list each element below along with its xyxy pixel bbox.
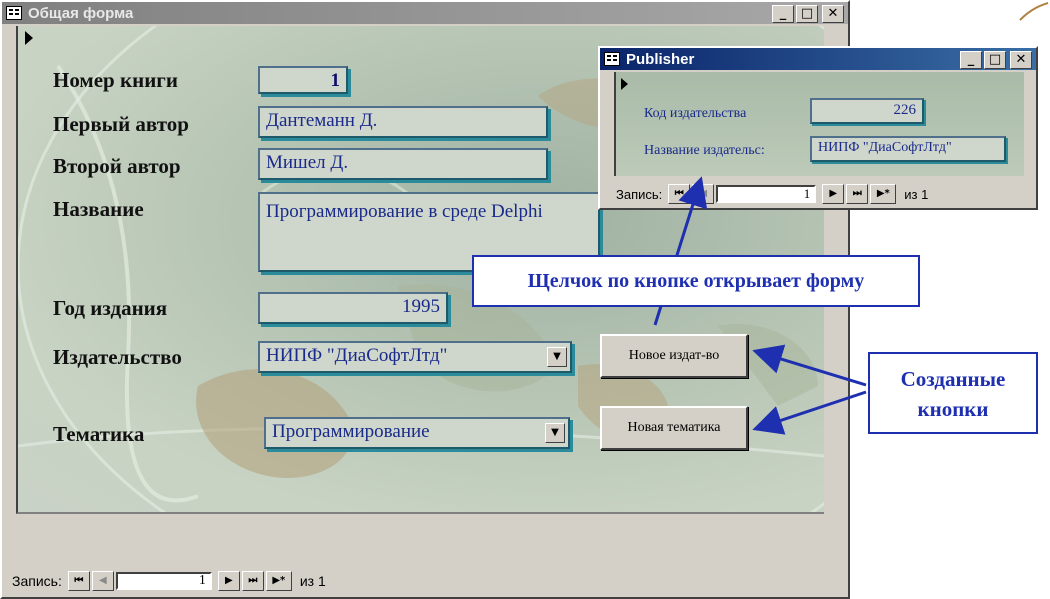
decorative-stroke [1019,2,1049,21]
dropdown-arrow-icon[interactable]: ▼ [547,347,567,367]
maximize-icon[interactable]: □ [984,51,1006,69]
topic-label: Тематика [53,422,145,446]
record-total: из 1 [904,186,929,202]
nav-first-icon[interactable]: ⏮ [668,184,691,204]
publisher-form-title: Publisher [626,50,695,68]
callout-opens-form: Щелчок по кнопке открывает форму [472,255,920,307]
publisher-combo-value: НИПФ "ДиаСофтЛтд" [266,345,448,366]
main-record-navigation: Запись: ⏮ ◀ 1 ▶ ⏭ ▶* из 1 [12,571,326,591]
close-icon[interactable]: ✕ [822,5,844,23]
publisher-form-window: Publisher _ □ ✕ Код издательства 226 Наз… [598,46,1038,210]
nav-prev-icon[interactable]: ◀ [692,184,715,204]
record-label: Запись: [12,573,62,589]
record-number-input[interactable]: 1 [716,185,817,203]
nav-next-icon[interactable]: ▶ [217,571,240,591]
publisher-label: Издательство [53,345,182,369]
second-author-label: Второй автор [53,154,181,178]
minimize-icon[interactable]: _ [772,5,794,23]
record-selector-icon [25,31,33,45]
record-selector[interactable] [17,27,41,51]
main-form-title: Общая форма [28,4,134,22]
close-icon[interactable]: ✕ [1010,51,1032,69]
publisher-form-titlebar[interactable]: Publisher _ □ ✕ [600,48,1036,70]
publisher-combo[interactable]: НИПФ "ДиаСофтЛтд" ▼ [258,341,572,373]
form-icon [6,6,22,20]
publisher-code-label: Код издательства [644,106,747,121]
callout-created-buttons: Созданные кнопки [868,352,1038,434]
record-total: из 1 [299,573,326,589]
publisher-window-buttons: _ □ ✕ [960,51,1032,69]
dropdown-arrow-icon[interactable]: ▼ [545,423,565,443]
second-author-field[interactable]: Мишел Д. [258,148,548,180]
book-number-label: Номер книги [53,68,178,92]
publisher-record-navigation: Запись: ⏮ ◀ 1 ▶ ⏭ ▶* из 1 [616,184,928,204]
title-label: Название [53,197,144,221]
book-number-field[interactable]: 1 [258,66,348,94]
record-number-input[interactable]: 1 [115,572,212,590]
main-form-titlebar[interactable]: Общая форма _ □ ✕ [2,2,848,24]
new-publisher-button[interactable]: Новое издат-во [600,334,748,378]
nav-first-icon[interactable]: ⏮ [67,571,90,591]
maximize-icon[interactable]: □ [796,5,818,23]
callout-created-buttons-text: Созданные кнопки [900,367,1006,421]
nav-next-icon[interactable]: ▶ [822,184,845,204]
nav-new-record-icon[interactable]: ▶* [265,571,292,591]
main-window-buttons: _ □ ✕ [772,5,844,23]
publisher-name-field[interactable]: НИПФ "ДиаСофтЛтд" [810,136,1006,162]
form-icon [604,52,620,66]
minimize-icon[interactable]: _ [960,51,982,69]
year-label: Год издания [53,296,168,320]
title-field-text: Программирование в среде Delphi [266,201,543,222]
publisher-code-field[interactable]: 226 [810,98,924,124]
first-author-field[interactable]: Дантеманн Д. [258,106,548,138]
nav-last-icon[interactable]: ⏭ [846,184,869,204]
new-topic-button[interactable]: Новая тематика [600,406,748,450]
record-selector-icon [621,78,628,90]
first-author-label: Первый автор [53,112,189,136]
publisher-name-label: Название издательс: [644,143,765,158]
topic-combo[interactable]: Программирование ▼ [264,417,570,449]
nav-last-icon[interactable]: ⏭ [241,571,264,591]
nav-new-record-icon[interactable]: ▶* [870,184,897,204]
nav-prev-icon[interactable]: ◀ [91,571,114,591]
year-field[interactable]: 1995 [258,292,448,324]
record-selector[interactable] [615,75,635,95]
record-label: Запись: [616,186,663,202]
topic-combo-value: Программирование [272,421,430,442]
